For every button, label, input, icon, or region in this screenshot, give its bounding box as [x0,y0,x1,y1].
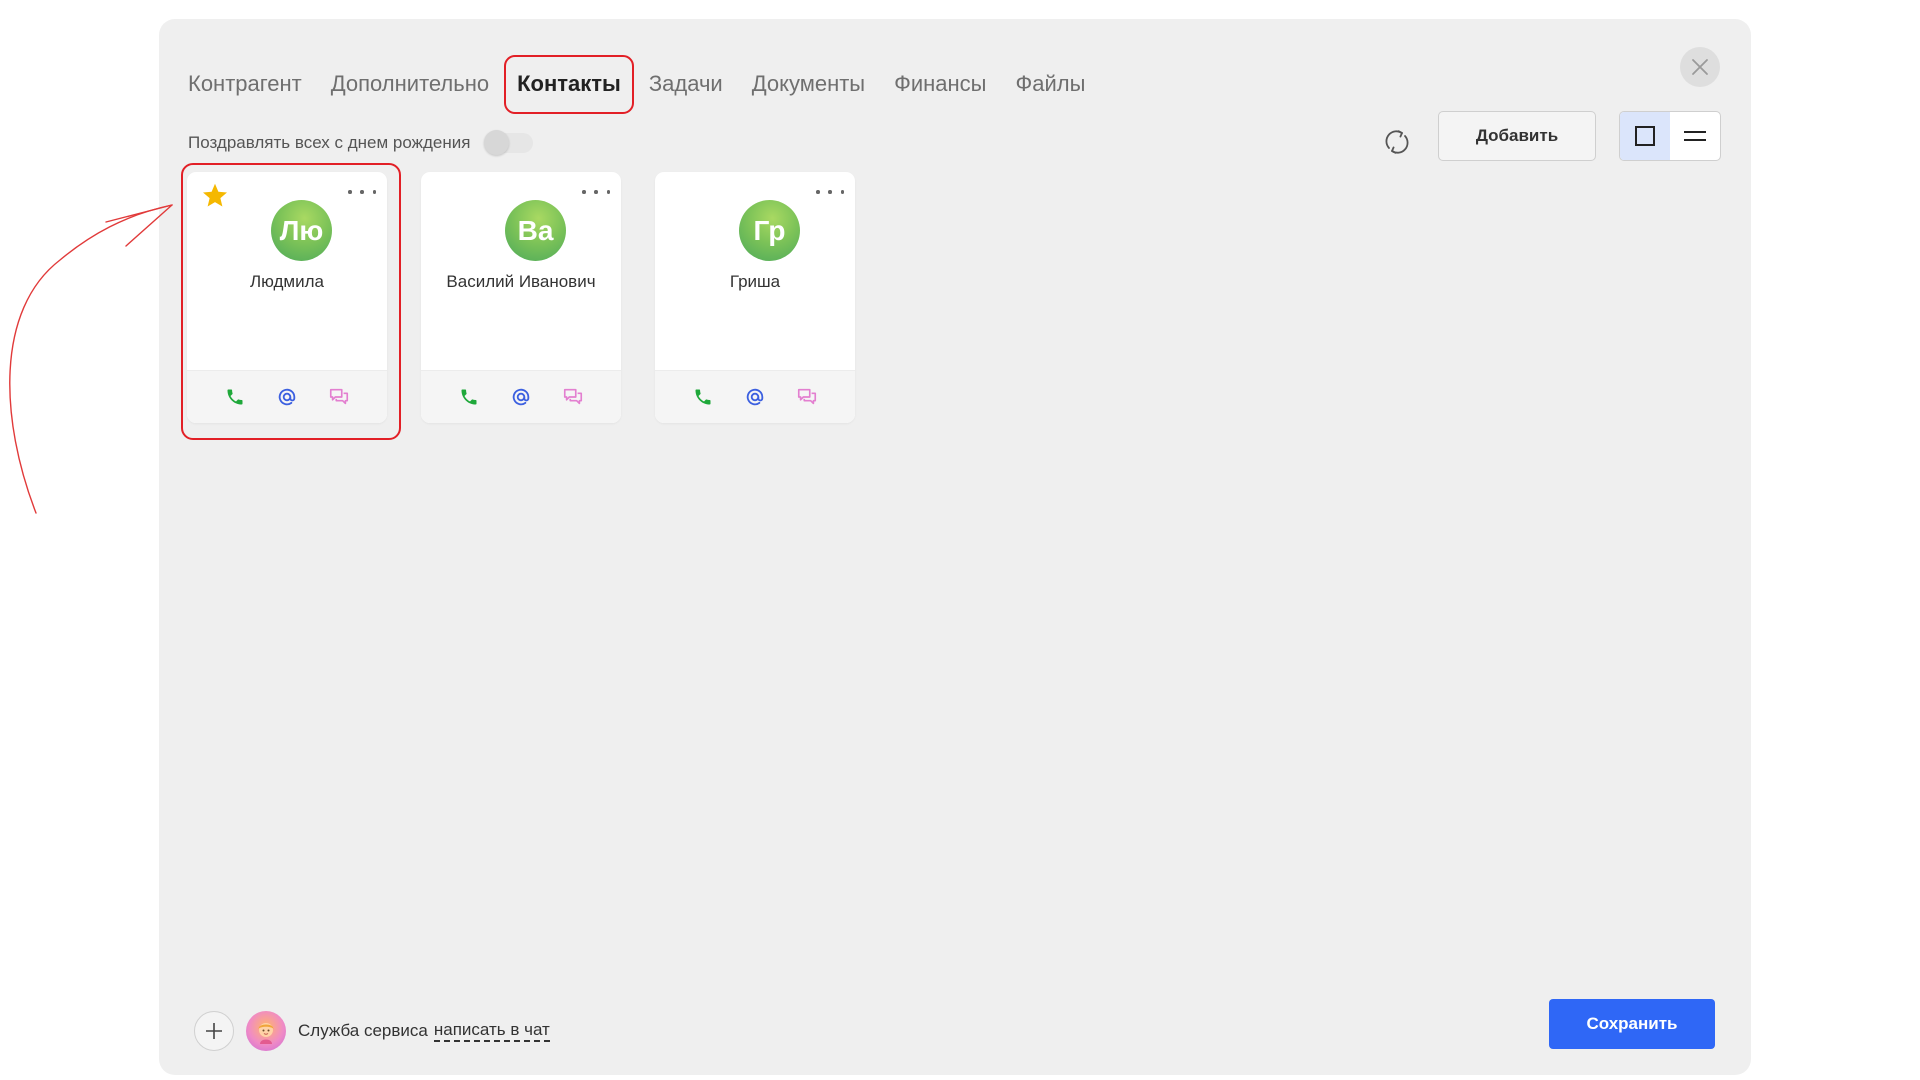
contact-name: Гриша [729,272,781,291]
more-icon[interactable] [816,182,844,202]
birthday-greeting-toggle[interactable] [484,130,534,155]
more-icon[interactable] [348,182,376,202]
tab-tasks[interactable]: Задачи [649,60,723,108]
contractor-dialog: Контрагент Дополнительно Контакты Задачи… [159,19,1751,1075]
support-label: Служба сервиса [298,1021,428,1040]
support-avatar [246,1011,286,1051]
contact-actions [655,370,855,423]
refresh-icon [1385,130,1409,154]
list-view-icon [1684,131,1706,141]
close-button[interactable] [1680,47,1720,87]
chat-icon[interactable] [326,384,352,410]
contact-card[interactable]: Гр Гриша [655,172,855,423]
chat-icon[interactable] [794,384,820,410]
save-button[interactable]: Сохранить [1549,999,1715,1049]
card-view-button[interactable] [1620,112,1670,160]
close-icon [1692,59,1708,75]
toggle-knob [484,130,510,155]
birthday-greeting-label: Поздравлять всех с днем рождения [188,133,471,152]
contact-actions [187,370,387,423]
annotation-arrow [9,204,173,514]
star-icon[interactable] [200,181,230,211]
contact-name: Василий Иванович [446,272,596,291]
contact-card[interactable]: Лю Людмила [187,172,387,423]
birthday-greeting-row: Поздравлять всех с днем рождения [188,123,534,163]
tab-contractor[interactable]: Контрагент [188,60,302,108]
avatar: Лю [271,200,332,261]
support-agent-icon [258,1023,274,1044]
avatar: Ва [505,200,566,261]
more-icon[interactable] [582,182,610,202]
contact-card[interactable]: Ва Василий Иванович [421,172,621,423]
write-to-chat-link[interactable]: написать в чат [433,1020,550,1042]
add-contact-button[interactable]: Добавить [1438,111,1596,161]
phone-icon[interactable] [456,384,482,410]
tab-additional[interactable]: Дополнительно [331,60,489,108]
tab-bar: Контрагент Дополнительно Контакты Задачи… [188,54,1114,114]
phone-icon[interactable] [222,384,248,410]
tab-files[interactable]: Файлы [1016,60,1086,108]
list-view-button[interactable] [1670,112,1720,160]
avatar: Гр [739,200,800,261]
view-mode-toggle [1619,111,1721,161]
email-icon[interactable] [508,384,534,410]
tab-finances[interactable]: Финансы [894,60,986,108]
chat-icon[interactable] [560,384,586,410]
email-icon[interactable] [274,384,300,410]
tab-contacts[interactable]: Контакты [504,54,634,114]
plus-icon [206,1023,222,1039]
tab-documents[interactable]: Документы [752,60,865,108]
contact-name: Людмила [249,272,324,291]
email-icon[interactable] [742,384,768,410]
footer-bar: Служба сервиса написать в чат [194,1009,550,1053]
add-button[interactable] [194,1011,234,1051]
refresh-button[interactable] [1375,120,1419,164]
phone-icon[interactable] [690,384,716,410]
card-view-icon [1635,126,1655,146]
contact-actions [421,370,621,423]
